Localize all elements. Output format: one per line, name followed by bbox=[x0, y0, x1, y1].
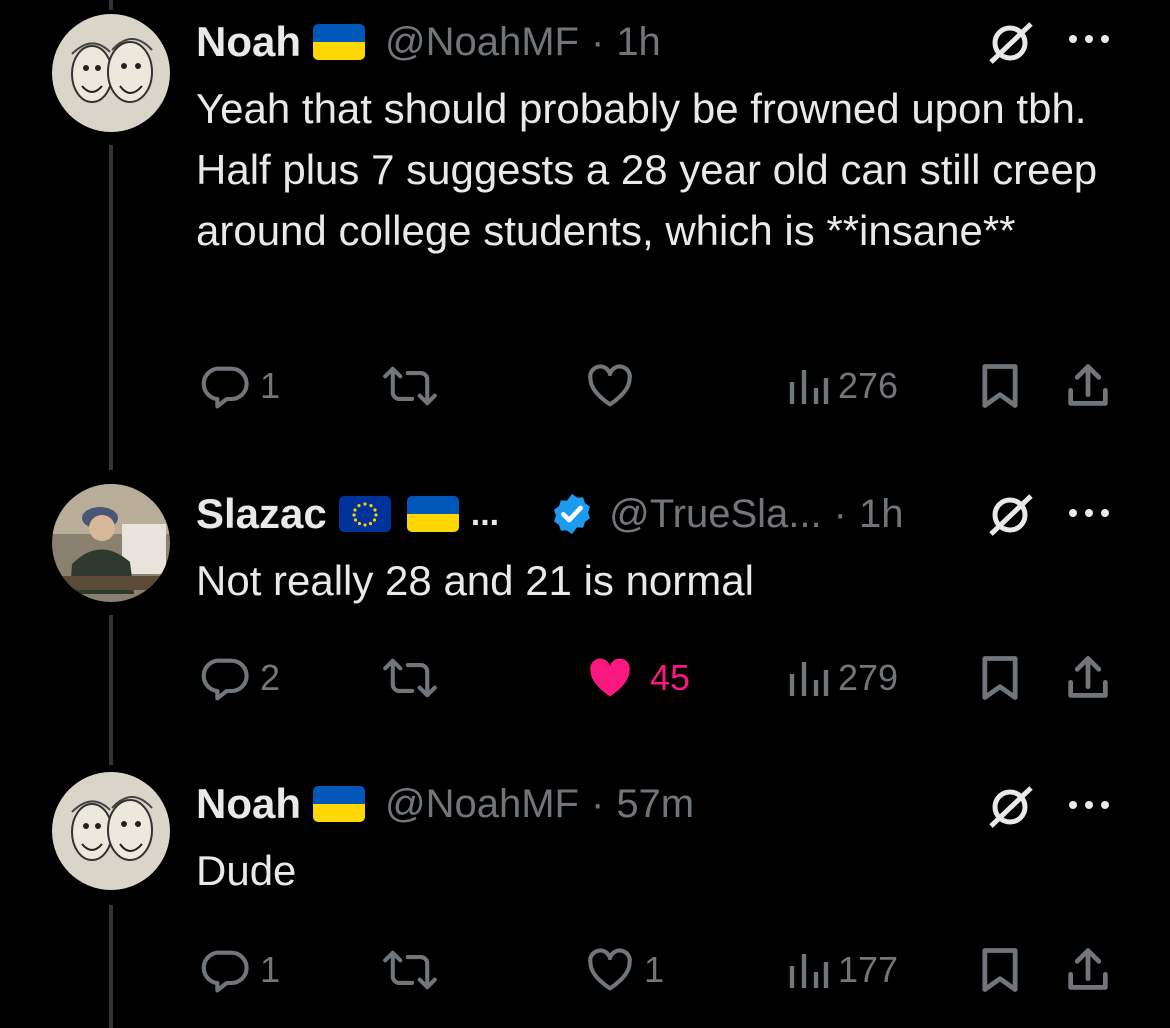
timestamp: 1h bbox=[616, 19, 661, 64]
view-count: 276 bbox=[838, 365, 899, 406]
view-count: 177 bbox=[838, 949, 899, 990]
action-bar: 1 1 177 bbox=[196, 942, 1116, 998]
more-icon[interactable] bbox=[1066, 16, 1112, 73]
grok-icon[interactable] bbox=[985, 490, 1035, 552]
repost-icon bbox=[383, 950, 437, 990]
ukraine-flag-icon bbox=[313, 24, 365, 60]
reply-icon bbox=[201, 658, 249, 701]
tweet[interactable]: Noah @NoahMF · 57m Dude 1 1 177 bbox=[0, 770, 1170, 1028]
share-icon bbox=[1068, 656, 1108, 698]
user-handle[interactable]: @TrueSla... · 1h bbox=[609, 492, 903, 537]
bookmark-icon bbox=[982, 656, 1018, 700]
repost-button[interactable] bbox=[382, 942, 438, 998]
views-icon bbox=[789, 662, 829, 696]
display-name[interactable]: Slazac bbox=[196, 490, 327, 538]
reply-button[interactable]: 1 bbox=[200, 942, 280, 998]
avatar[interactable] bbox=[52, 14, 170, 132]
like-button[interactable]: 45 bbox=[584, 650, 690, 706]
bookmark-button[interactable] bbox=[976, 650, 1024, 706]
repost-icon bbox=[383, 366, 437, 406]
repost-button[interactable] bbox=[382, 358, 438, 414]
views-icon bbox=[789, 954, 829, 988]
share-button[interactable] bbox=[1064, 358, 1112, 414]
repost-icon bbox=[383, 658, 437, 698]
reply-icon bbox=[201, 366, 249, 409]
views-button[interactable]: 276 bbox=[786, 358, 898, 414]
grok-icon[interactable] bbox=[985, 782, 1035, 844]
bookmark-button[interactable] bbox=[976, 942, 1024, 998]
bookmark-icon bbox=[982, 948, 1018, 992]
ukraine-flag-icon bbox=[313, 786, 365, 822]
repost-button[interactable] bbox=[382, 650, 438, 706]
name-ellipsis: ... bbox=[470, 494, 500, 533]
reply-count: 1 bbox=[260, 365, 281, 406]
display-name[interactable]: Noah bbox=[196, 18, 301, 66]
like-count: 1 bbox=[644, 949, 665, 990]
reply-count: 1 bbox=[260, 949, 281, 990]
ukraine-flag-icon bbox=[406, 496, 459, 532]
reply-icon bbox=[201, 950, 249, 993]
views-icon bbox=[789, 370, 829, 404]
bookmark-button[interactable] bbox=[976, 358, 1024, 414]
avatar[interactable] bbox=[52, 484, 170, 602]
reply-button[interactable]: 2 bbox=[200, 650, 280, 706]
share-button[interactable] bbox=[1064, 942, 1112, 998]
user-handle[interactable]: @NoahMF · 57m bbox=[385, 782, 694, 827]
reply-count: 2 bbox=[260, 657, 281, 698]
like-icon bbox=[588, 948, 632, 991]
like-icon bbox=[590, 658, 630, 697]
like-button[interactable]: 1 bbox=[584, 942, 664, 998]
verified-icon bbox=[549, 491, 595, 537]
grok-icon[interactable] bbox=[985, 18, 1035, 80]
eu-flag-icon bbox=[338, 496, 391, 532]
share-button[interactable] bbox=[1064, 650, 1112, 706]
like-button[interactable] bbox=[584, 358, 636, 414]
view-count: 279 bbox=[838, 657, 899, 698]
timestamp: 1h bbox=[858, 491, 904, 536]
more-icon[interactable] bbox=[1066, 490, 1112, 547]
views-button[interactable]: 279 bbox=[786, 650, 898, 706]
timestamp: 57m bbox=[616, 781, 695, 826]
share-icon bbox=[1068, 948, 1108, 990]
more-icon[interactable] bbox=[1066, 782, 1112, 839]
share-icon bbox=[1068, 364, 1108, 406]
reply-button[interactable]: 1 bbox=[200, 358, 280, 414]
like-count: 45 bbox=[650, 657, 691, 698]
tweet-text: Dude bbox=[196, 847, 297, 894]
action-bar: 2 45 279 bbox=[196, 650, 1116, 706]
tweet-text: Yeah that should probably be frowned upo… bbox=[196, 85, 1098, 254]
tweet[interactable]: Slazac ... @TrueSla... · 1h Not really 2… bbox=[0, 470, 1170, 770]
avatar[interactable] bbox=[52, 772, 170, 890]
like-icon bbox=[588, 364, 632, 407]
tweet-text: Not really 28 and 21 is normal bbox=[196, 557, 754, 604]
tweet[interactable]: Noah @NoahMF · 1h Yeah that should probabl… bbox=[0, 0, 1170, 470]
display-name[interactable]: Noah bbox=[196, 780, 301, 828]
bookmark-icon bbox=[982, 364, 1018, 408]
user-handle[interactable]: @NoahMF · 1h bbox=[385, 20, 661, 65]
views-button[interactable]: 177 bbox=[786, 942, 898, 998]
action-bar: 1 276 bbox=[196, 358, 1116, 414]
